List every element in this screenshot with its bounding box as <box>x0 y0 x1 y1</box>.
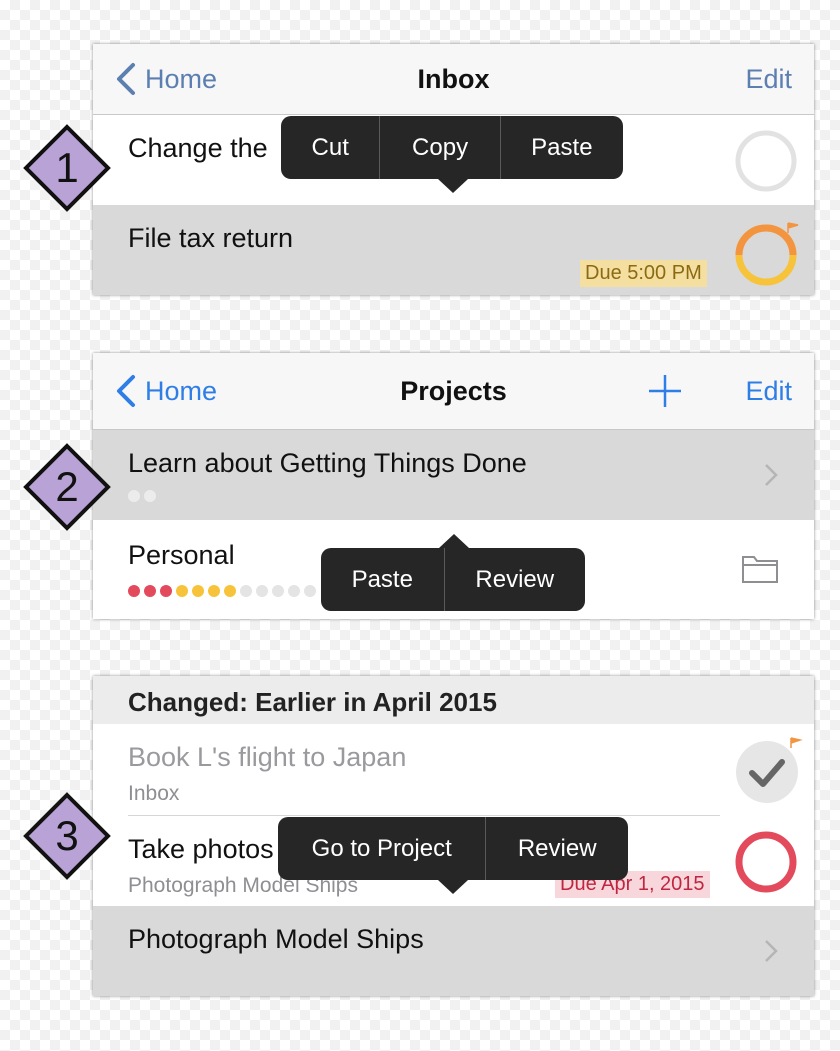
progress-dot <box>272 585 284 597</box>
paste-menu-item[interactable]: Paste <box>321 548 445 611</box>
changed-panel: Changed: Earlier in April 2015 Book L's … <box>93 676 814 996</box>
task-subtitle: Inbox <box>128 782 180 805</box>
progress-dot <box>256 585 268 597</box>
step-badge-number-wrap: 3 <box>23 792 111 880</box>
progress-dot <box>128 490 140 502</box>
overdue-ring-icon[interactable] <box>733 829 799 895</box>
progress-dots <box>128 490 156 502</box>
go-to-project-menu-item[interactable]: Go to Project <box>278 817 487 880</box>
list-item-selected[interactable]: File tax return Due 5:00 PM <box>93 205 814 295</box>
section-header: Changed: Earlier in April 2015 <box>93 676 814 724</box>
task-title: Book L's flight to Japan <box>128 742 407 772</box>
projects-panel: Home Projects Edit Learn about Getting T… <box>93 353 814 619</box>
progress-dot <box>304 585 316 597</box>
plus-icon[interactable] <box>647 373 683 409</box>
project-title: Learn about Getting Things Done <box>128 448 527 478</box>
due-badge: Due 5:00 PM <box>580 260 707 287</box>
context-menu-pointer <box>439 534 469 548</box>
step-badge-number-wrap: 2 <box>23 443 111 531</box>
task-row-completed[interactable]: Book L's flight to Japan Inbox <box>93 724 814 816</box>
progress-dot <box>128 585 140 597</box>
chevron-right-icon[interactable] <box>764 463 778 487</box>
due-soon-ring-icon[interactable] <box>733 219 801 287</box>
review-menu-item[interactable]: Review <box>486 817 628 880</box>
copy-menu-item[interactable]: Copy <box>380 116 501 179</box>
item-title: File tax return <box>128 223 294 253</box>
cut-menu-item[interactable]: Cut <box>281 116 381 179</box>
step-badge-number: 1 <box>55 144 79 191</box>
progress-dot <box>288 585 300 597</box>
navigation-bar: Home Inbox Edit <box>93 44 814 115</box>
progress-dot <box>192 585 204 597</box>
progress-dot <box>144 585 156 597</box>
progress-dot <box>224 585 236 597</box>
progress-dots <box>128 585 316 597</box>
project-title: Personal <box>128 540 235 570</box>
project-row-selected[interactable]: Learn about Getting Things Done <box>93 430 814 520</box>
edit-button[interactable]: Edit <box>745 44 792 114</box>
completed-check-icon[interactable] <box>733 736 803 806</box>
progress-dot <box>208 585 220 597</box>
context-menu: Paste Review <box>321 548 585 611</box>
progress-dot <box>176 585 188 597</box>
section-header-label: Changed: Earlier in April 2015 <box>128 687 497 717</box>
page-title: Projects <box>400 376 507 406</box>
navigation-bar: Home Projects Edit <box>93 353 814 430</box>
project-row-selected[interactable]: Photograph Model Ships <box>93 906 814 996</box>
paste-menu-item[interactable]: Paste <box>501 116 623 179</box>
page-title: Inbox <box>417 64 490 94</box>
folder-icon[interactable] <box>741 552 779 584</box>
step-badge-number: 2 <box>55 463 79 510</box>
progress-dot <box>160 585 172 597</box>
step-badge-number-wrap: 1 <box>23 124 111 212</box>
inbox-panel: Home Inbox Edit Change the File tax retu… <box>93 44 814 295</box>
project-title: Photograph Model Ships <box>128 924 424 954</box>
review-menu-item[interactable]: Review <box>445 548 585 611</box>
step-badge-number: 3 <box>55 812 79 859</box>
empty-circle-icon[interactable] <box>734 129 798 193</box>
task-title: Take photos <box>128 834 274 864</box>
context-menu: Cut Copy Paste <box>281 116 623 179</box>
context-menu-pointer <box>438 880 468 894</box>
context-menu: Go to Project Review <box>278 817 628 880</box>
context-menu-pointer <box>438 179 468 193</box>
item-title: Change the <box>128 133 268 163</box>
progress-dot <box>240 585 252 597</box>
chevron-right-icon[interactable] <box>764 939 778 963</box>
progress-dot <box>144 490 156 502</box>
edit-button[interactable]: Edit <box>745 353 792 429</box>
